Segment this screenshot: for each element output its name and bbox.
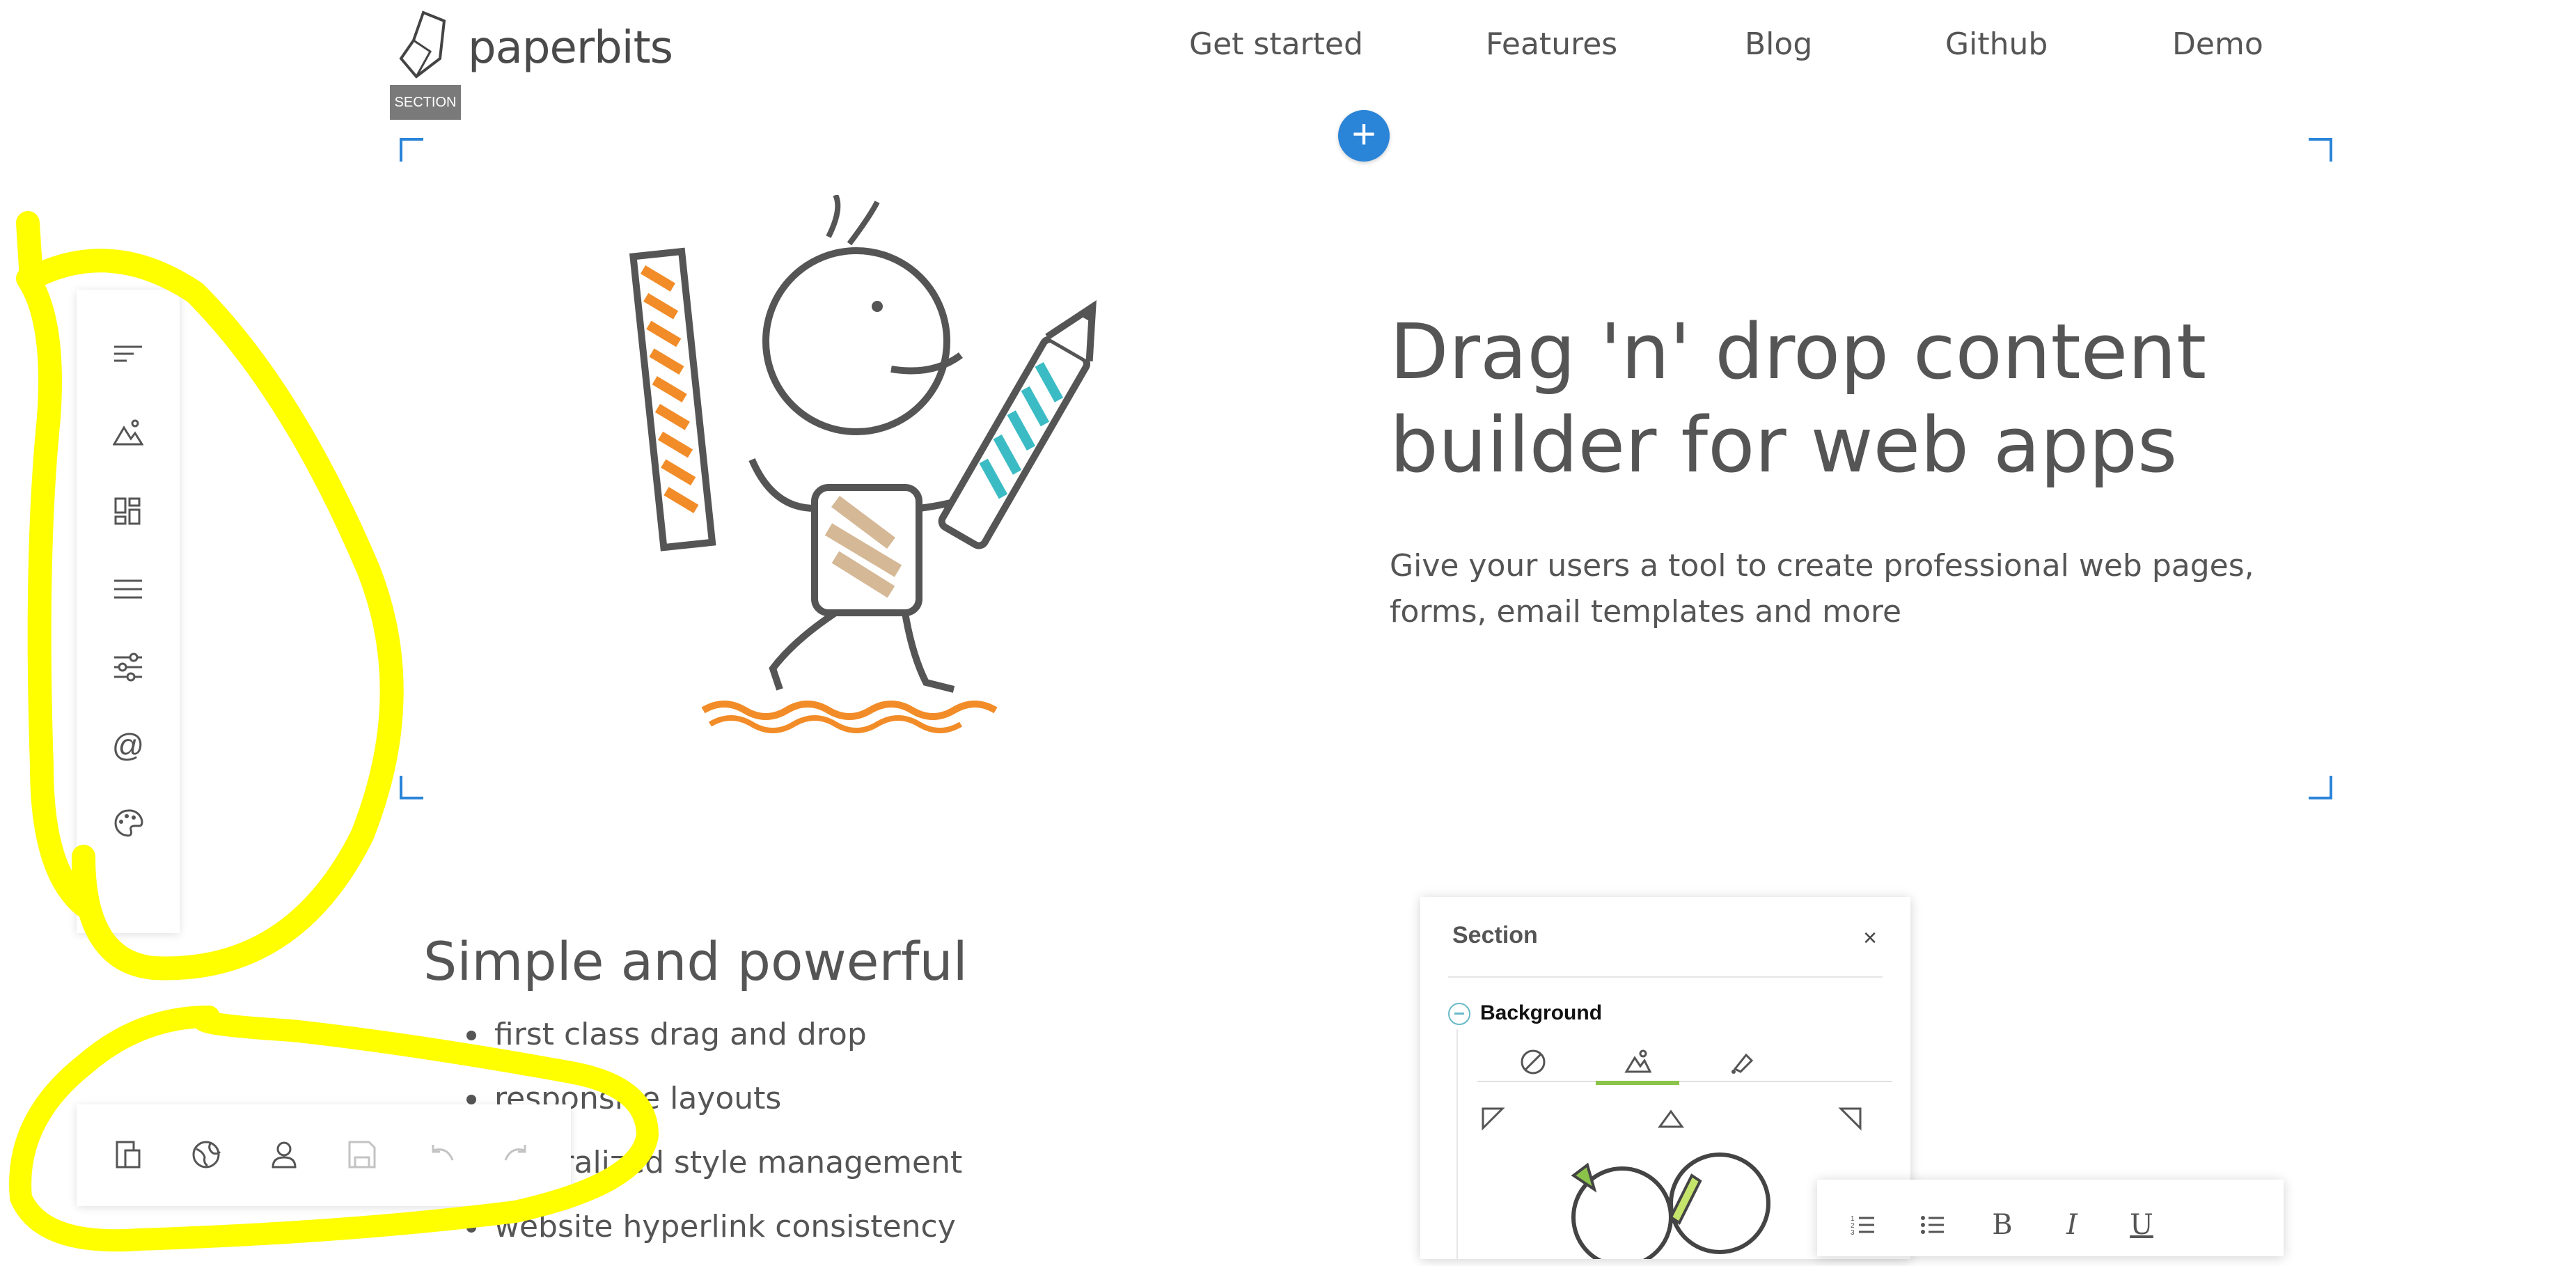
list-item: website hyperlink consistency xyxy=(466,1202,962,1266)
widgets-icon[interactable] xyxy=(107,490,149,532)
media-icon[interactable] xyxy=(107,412,149,454)
collapse-icon[interactable] xyxy=(1448,1003,1470,1025)
nav-get-started[interactable]: Get started xyxy=(1189,26,1363,62)
section-tag[interactable]: SECTION xyxy=(390,85,461,120)
add-section-button[interactable]: + xyxy=(1338,110,1390,162)
background-tabs xyxy=(1477,1043,1892,1085)
settings-icon[interactable] xyxy=(107,646,149,688)
hero-subtitle-line-1: Give your users a tool to create profess… xyxy=(1390,548,2254,584)
svg-text:3: 3 xyxy=(1851,1229,1855,1237)
underline-button[interactable]: U xyxy=(2121,1208,2162,1242)
nav-blog[interactable]: Blog xyxy=(1745,26,1812,62)
tree-line xyxy=(1456,1029,1458,1259)
undo-icon[interactable] xyxy=(419,1134,461,1175)
background-preview-image xyxy=(1571,1152,1770,1259)
pages-icon[interactable] xyxy=(107,334,149,376)
background-label: Background xyxy=(1480,1001,1603,1024)
nav-features[interactable]: Features xyxy=(1486,26,1617,62)
selection-corner-top-left xyxy=(400,138,423,162)
features-title: Simple and powerful xyxy=(423,930,968,992)
hero-subtitle-line-2: forms, email templates and more xyxy=(1390,594,1902,630)
align-top-center-icon[interactable] xyxy=(1657,1106,1685,1134)
redo-icon[interactable] xyxy=(497,1134,539,1175)
nav-demo[interactable]: Demo xyxy=(2172,26,2263,62)
color-icon[interactable] xyxy=(1700,1043,1784,1081)
urls-icon[interactable]: @ xyxy=(107,724,149,766)
save-icon[interactable] xyxy=(341,1134,383,1175)
align-top-right-icon[interactable] xyxy=(1835,1106,1863,1134)
nav-github[interactable]: Github xyxy=(1945,26,2048,62)
styles-icon[interactable] xyxy=(107,802,149,844)
globe-icon[interactable] xyxy=(185,1134,227,1175)
viewport-icon[interactable] xyxy=(107,1134,149,1175)
bottom-toolbar xyxy=(77,1104,571,1206)
bold-button[interactable]: B xyxy=(1981,1208,2023,1242)
ordered-list-icon[interactable]: 123 xyxy=(1842,1208,1884,1242)
panel-divider xyxy=(1448,976,1883,978)
panel-title: Section xyxy=(1452,922,1538,948)
plus-icon: + xyxy=(1351,111,1376,157)
hero-illustration xyxy=(629,195,1097,733)
selection-corner-bottom-left xyxy=(400,776,423,799)
image-icon[interactable] xyxy=(1596,1043,1679,1085)
hero-title-line-2: builder for web apps xyxy=(1390,400,2178,490)
navigation-icon[interactable] xyxy=(107,568,149,610)
hero-subtitle: Give your users a tool to create profess… xyxy=(1390,543,2267,635)
close-icon[interactable]: × xyxy=(1863,925,1877,952)
text-format-toolbar: 123 B I U xyxy=(1817,1180,2284,1256)
none-icon[interactable] xyxy=(1491,1043,1575,1081)
hero-title: Drag 'n' drop content builder for web ap… xyxy=(1390,305,2295,492)
selection-corner-top-right xyxy=(2309,138,2332,162)
list-item: first class drag and drop xyxy=(466,1010,962,1074)
align-top-left-icon[interactable] xyxy=(1480,1106,1508,1134)
unordered-list-icon[interactable] xyxy=(1912,1208,1954,1242)
italic-button[interactable]: I xyxy=(2051,1208,2093,1242)
main-nav: Get started Features Blog Github Demo xyxy=(0,26,2576,68)
left-toolbar: @ xyxy=(77,290,180,933)
selection-corner-bottom-right xyxy=(2309,776,2332,799)
hero-title-line-1: Drag 'n' drop content xyxy=(1390,307,2207,396)
user-icon[interactable] xyxy=(263,1134,305,1175)
